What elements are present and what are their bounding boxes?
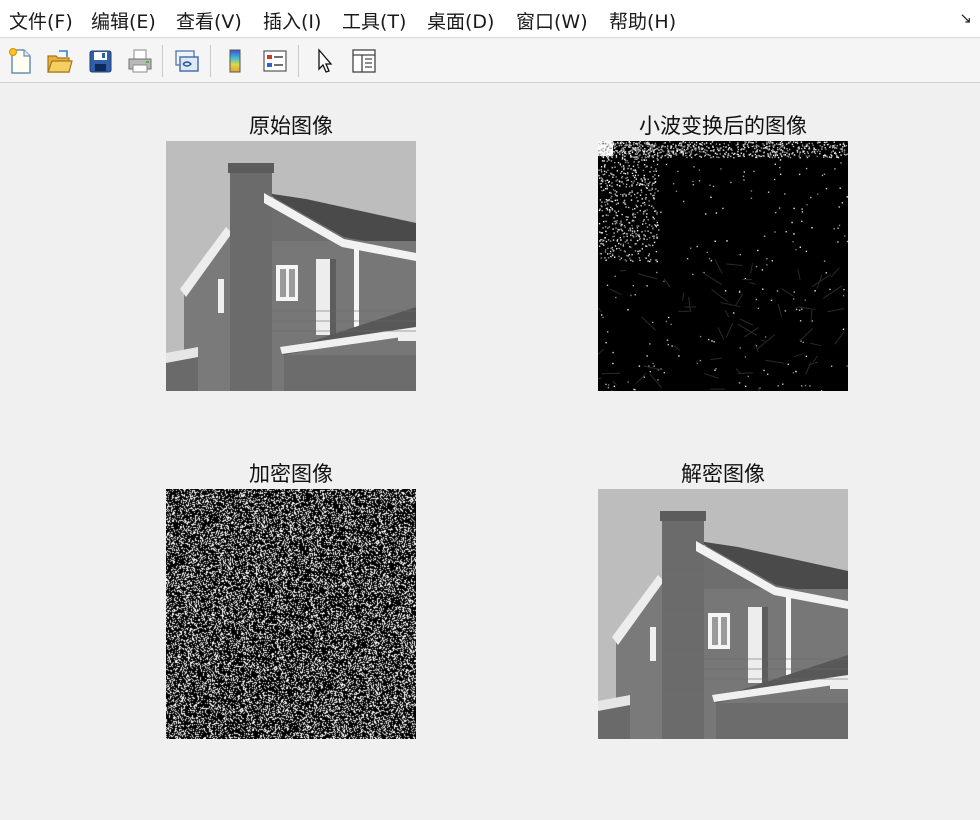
colorbar-icon (229, 49, 241, 73)
menu-file[interactable]: 文件(F) (9, 7, 73, 34)
toolbar-separator (210, 45, 211, 77)
menu-window[interactable]: 窗口(W) (516, 7, 588, 34)
wavelet-image (598, 141, 848, 391)
save-icon (89, 50, 112, 73)
menu-bar: 文件(F) 编辑(E) 查看(V) 插入(I) 工具(T) 桌面(D) 窗口(W… (0, 0, 980, 38)
new-figure-icon (9, 48, 31, 74)
encrypted-image-title: 加密图像 (249, 462, 333, 486)
property-inspector-icon (352, 49, 376, 73)
decrypted-image-title: 解密图像 (681, 462, 765, 486)
legend-button[interactable] (259, 45, 291, 77)
save-button[interactable] (84, 45, 116, 77)
edit-plot-button[interactable] (308, 45, 340, 77)
original-image-title: 原始图像 (249, 114, 333, 138)
dock-arrow-icon[interactable]: ↘ (959, 9, 972, 27)
house-illustration (598, 489, 848, 739)
print-button[interactable] (124, 45, 156, 77)
toolbar (0, 39, 980, 83)
open-file-icon (47, 50, 73, 73)
wavelet-image-title: 小波变换后的图像 (639, 114, 807, 138)
original-image (166, 141, 416, 391)
legend-icon (263, 50, 287, 72)
encrypted-noise (166, 489, 416, 739)
property-inspector-button[interactable] (348, 45, 380, 77)
link-figure-icon (175, 50, 199, 72)
menu-tools[interactable]: 工具(T) (342, 7, 406, 34)
menu-desktop[interactable]: 桌面(D) (427, 7, 494, 34)
menu-help[interactable]: 帮助(H) (609, 7, 676, 34)
new-figure-button[interactable] (4, 45, 36, 77)
edit-plot-arrow-icon (318, 48, 333, 73)
menu-insert[interactable]: 插入(I) (263, 7, 321, 34)
house-illustration (166, 141, 416, 391)
toolbar-separator (298, 45, 299, 77)
menu-edit[interactable]: 编辑(E) (91, 7, 156, 34)
toolbar-separator (162, 45, 163, 77)
encrypted-image (166, 489, 416, 739)
link-figure-button[interactable] (170, 45, 202, 77)
print-icon (128, 49, 152, 73)
open-file-button[interactable] (43, 45, 75, 77)
decrypted-image (598, 489, 848, 739)
colorbar-button[interactable] (219, 45, 251, 77)
menu-view[interactable]: 查看(V) (176, 7, 242, 34)
